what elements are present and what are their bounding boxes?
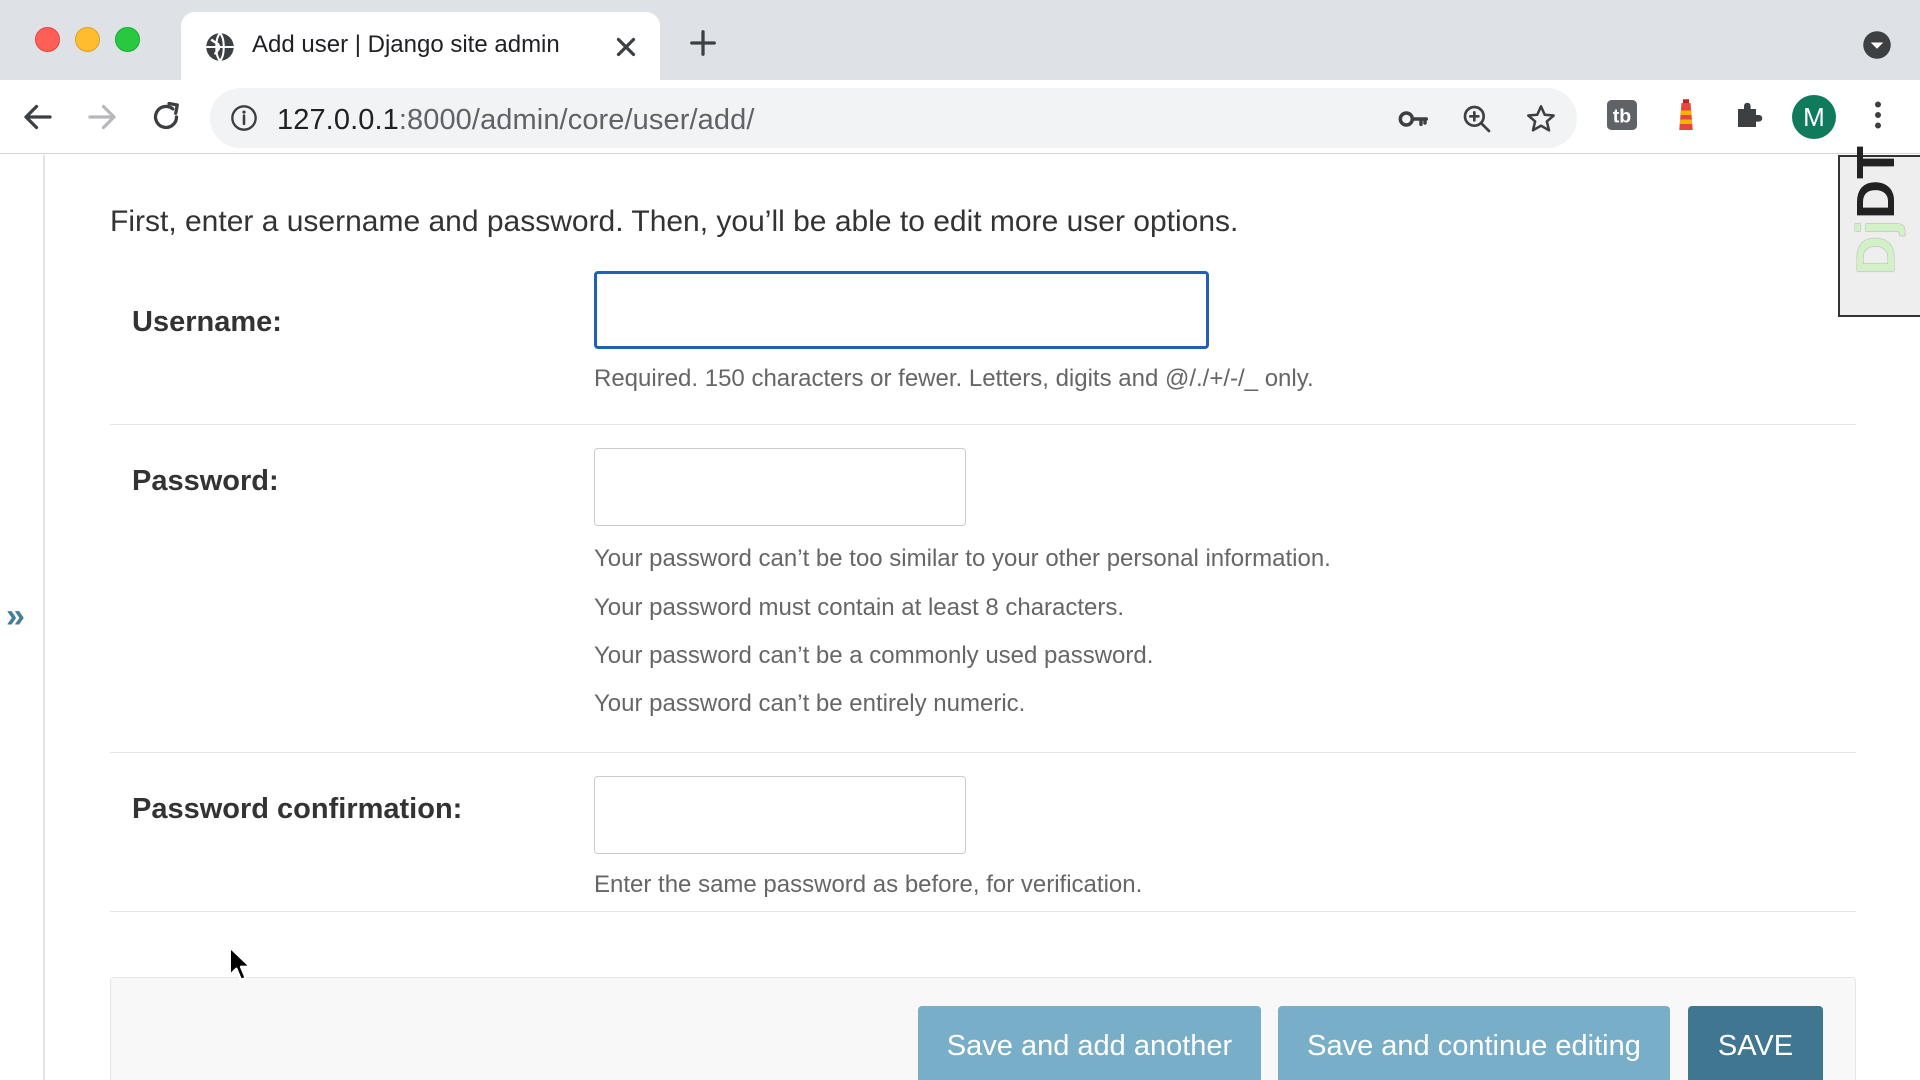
tab-active[interactable]: Add user | Django site admin bbox=[181, 12, 660, 82]
form-row-username: Username: Required. 150 characters or fe… bbox=[110, 265, 1856, 425]
extensions-puzzle-icon[interactable] bbox=[1732, 97, 1768, 133]
password-help-item: Your password can’t be too similar to yo… bbox=[594, 545, 1331, 572]
svg-text:tb: tb bbox=[1613, 106, 1631, 128]
browser-toolbar: 127.0.0.1:8000/admin/core/user/add/ tb M bbox=[0, 80, 1920, 154]
save-button[interactable]: SAVE bbox=[1688, 1006, 1823, 1080]
back-arrow-icon[interactable] bbox=[20, 99, 56, 135]
password-input[interactable] bbox=[594, 448, 966, 526]
password-label: Password: bbox=[132, 465, 279, 497]
form-row-password: Password: Your password can’t be too sim… bbox=[110, 425, 1856, 753]
profile-avatar[interactable]: M bbox=[1792, 95, 1836, 139]
close-icon[interactable] bbox=[611, 32, 641, 62]
page-content: » First, enter a username and password. … bbox=[0, 145, 1920, 1080]
username-help-text: Required. 150 characters or fewer. Lette… bbox=[594, 365, 1314, 392]
reload-icon[interactable] bbox=[148, 99, 184, 135]
browser-tab-bar: Add user | Django site admin bbox=[0, 0, 1920, 82]
debug-toolbar-logo-dj: Dj bbox=[1846, 219, 1906, 275]
window-minimize-button[interactable] bbox=[75, 27, 100, 52]
password-confirmation-label: Password confirmation: bbox=[132, 793, 463, 825]
username-label: Username: bbox=[132, 306, 282, 338]
sidebar-collapsed: » bbox=[0, 155, 45, 1080]
key-icon[interactable] bbox=[1397, 103, 1429, 135]
tab-title: Add user | Django site admin bbox=[252, 31, 560, 58]
bookmark-star-icon[interactable] bbox=[1525, 103, 1557, 135]
url-text: 127.0.0.1:8000/admin/core/user/add/ bbox=[277, 104, 755, 137]
url-path: :8000/admin/core/user/add/ bbox=[398, 104, 755, 136]
url-host: 127.0.0.1 bbox=[277, 104, 399, 136]
mouse-pointer-icon bbox=[228, 946, 252, 981]
browser-menu-kebab-icon[interactable] bbox=[1860, 97, 1896, 133]
username-input[interactable] bbox=[594, 271, 1209, 349]
form-row-password-confirmation: Password confirmation: Enter the same pa… bbox=[110, 753, 1856, 912]
tab-search-chevron-icon[interactable] bbox=[1862, 30, 1892, 60]
new-tab-plus-icon[interactable] bbox=[688, 28, 718, 58]
password-help-item: Your password must contain at least 8 ch… bbox=[594, 594, 1125, 621]
address-bar[interactable]: 127.0.0.1:8000/admin/core/user/add/ bbox=[210, 88, 1577, 148]
sidebar-toggle-button[interactable]: » bbox=[6, 597, 25, 636]
form-intro-text: First, enter a username and password. Th… bbox=[110, 205, 1239, 238]
password-help-item: Your password can’t be entirely numeric. bbox=[594, 690, 1026, 717]
save-and-add-another-button[interactable]: Save and add another bbox=[918, 1006, 1261, 1080]
globe-icon bbox=[206, 32, 234, 62]
extension-lighthouse-icon[interactable] bbox=[1668, 97, 1704, 133]
save-and-continue-editing-button[interactable]: Save and continue editing bbox=[1278, 1006, 1670, 1080]
password-confirmation-input[interactable] bbox=[594, 776, 966, 854]
extension-tb-icon[interactable]: tb bbox=[1604, 97, 1640, 133]
debug-toolbar-logo-dt: DT bbox=[1846, 145, 1906, 219]
forward-arrow-icon[interactable] bbox=[84, 99, 120, 135]
debug-toolbar-handle[interactable]: DjDT bbox=[1838, 145, 1920, 317]
window-maximize-button[interactable] bbox=[115, 27, 140, 52]
debug-toolbar-logo: DjDT bbox=[1845, 145, 1907, 275]
zoom-icon[interactable] bbox=[1461, 103, 1493, 135]
info-icon[interactable] bbox=[230, 104, 258, 132]
password-confirmation-help-text: Enter the same password as before, for v… bbox=[594, 871, 1143, 898]
submit-row: Save and add another Save and continue e… bbox=[110, 977, 1856, 1080]
password-help-item: Your password can’t be a commonly used p… bbox=[594, 642, 1154, 669]
window-close-button[interactable] bbox=[35, 27, 60, 52]
